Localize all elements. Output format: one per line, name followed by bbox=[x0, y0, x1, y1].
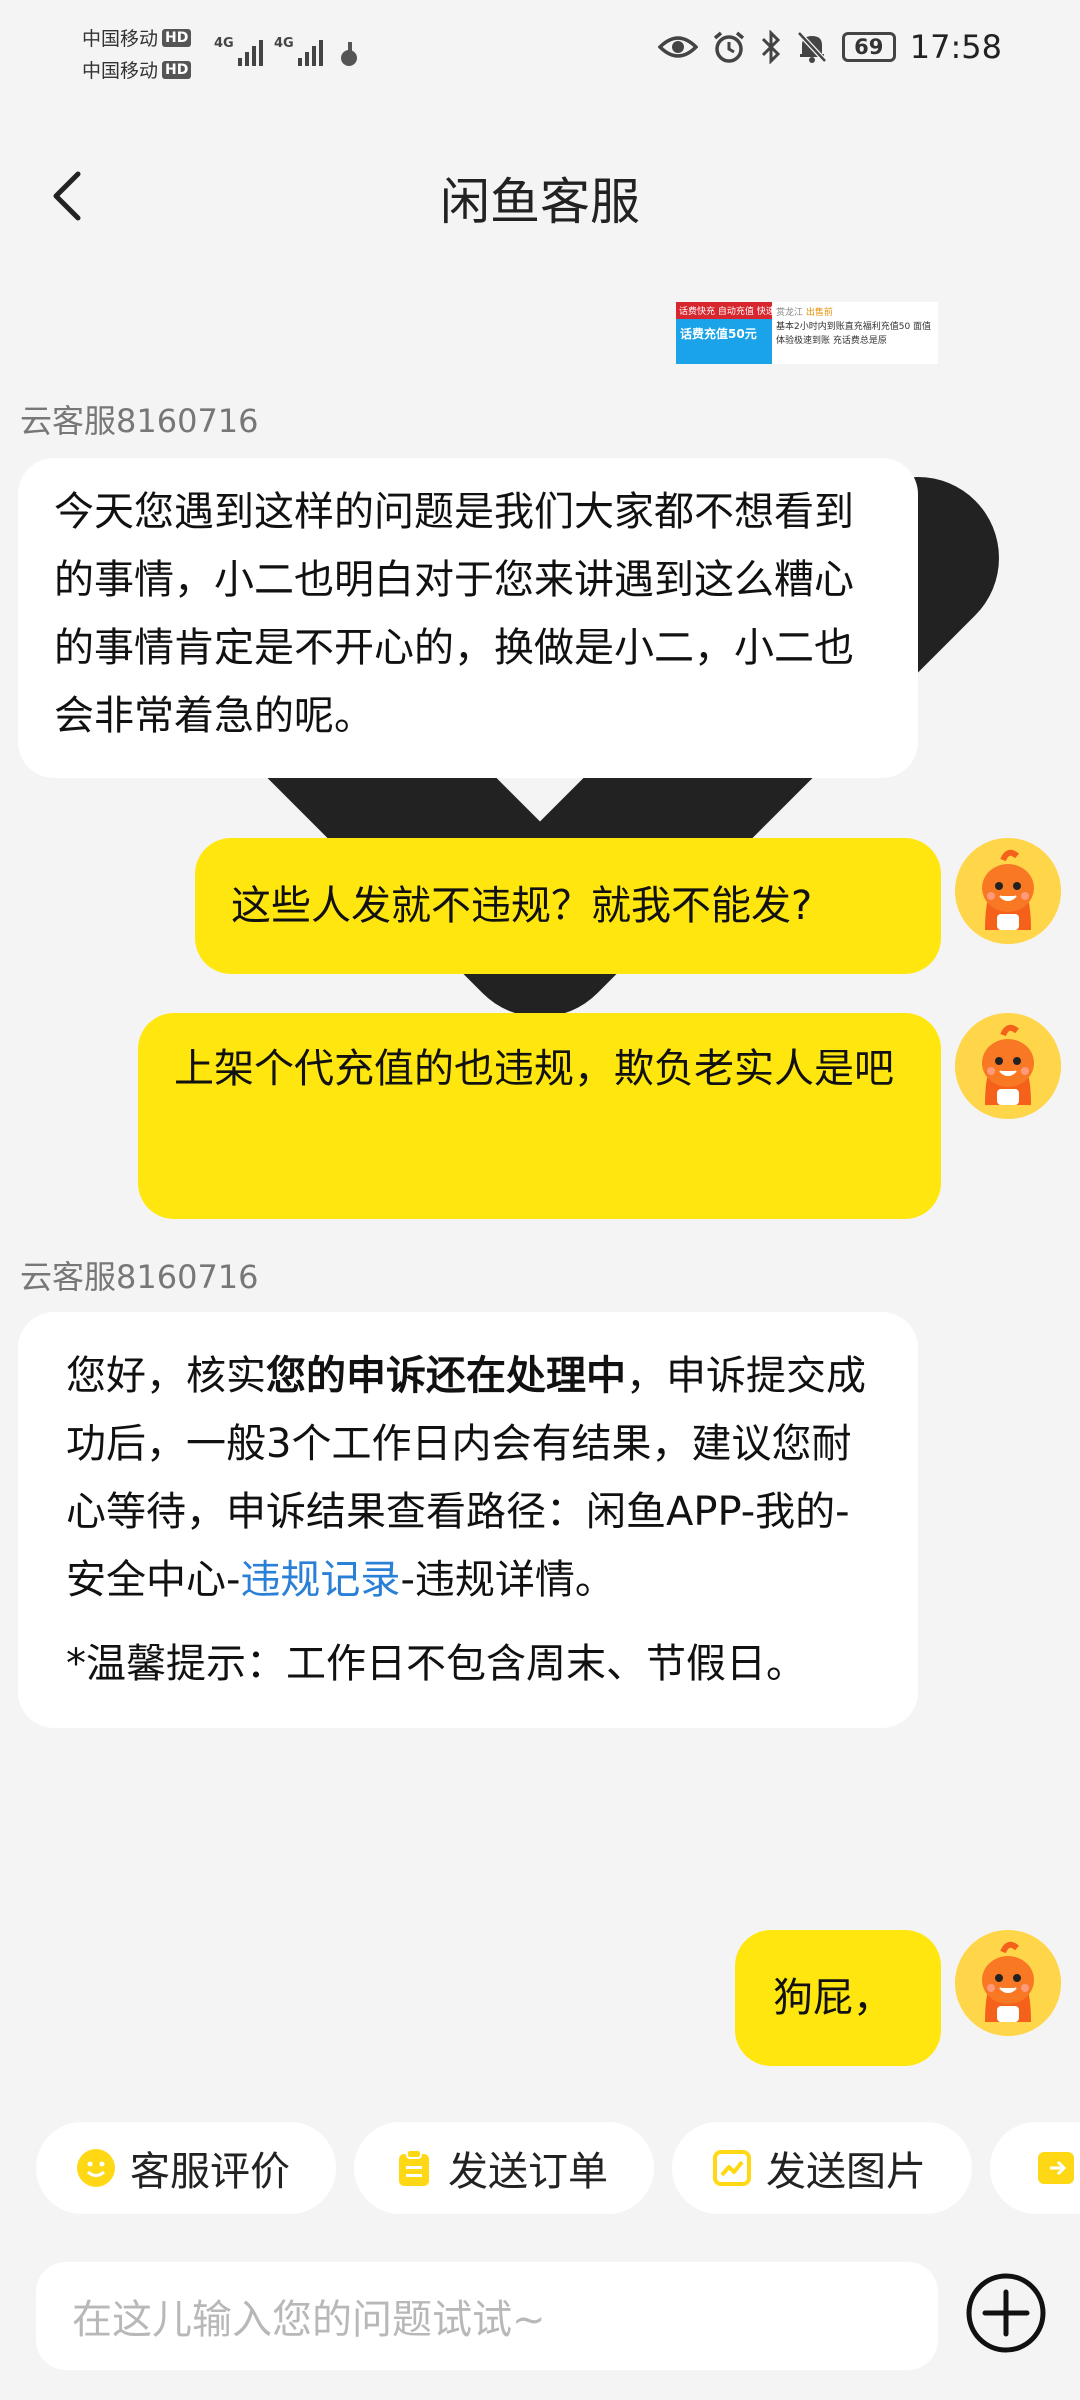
send-image-label: 发送图片 bbox=[766, 2149, 926, 2195]
network-type-1: 4G bbox=[214, 36, 234, 51]
user-avatar[interactable] bbox=[955, 1930, 1061, 2036]
sender-name: 云客服8160716 bbox=[20, 402, 259, 440]
status-bar: 中国移动 HD 中国移动 HD 4G 4G 69 17:58 bbox=[0, 0, 1080, 110]
plus-icon[interactable] bbox=[965, 2272, 1047, 2354]
mute-bell-icon bbox=[796, 31, 827, 63]
share-icon bbox=[1038, 2152, 1074, 2184]
text-segment: 您好，核实 bbox=[66, 1353, 266, 1399]
battery-indicator: 69 bbox=[841, 32, 896, 62]
message-text: 今天您遇到这样的问题是我们大家都不想看到的事情，小二也明白对于您来讲遇到这么糟心… bbox=[54, 489, 854, 739]
banner-top-text: 话费快充 自动充值 快速到账 bbox=[676, 302, 772, 319]
message-text: 这些人发就不违规？就我不能发? bbox=[231, 883, 813, 929]
carrier-2-label: 中国移动 bbox=[82, 60, 159, 82]
send-order-button[interactable]: 发送订单 bbox=[354, 2122, 654, 2214]
message-bubble-user: 上架个代充值的也违规，欺负老实人是吧 bbox=[138, 1013, 941, 1219]
message-text: 上架个代充值的也违规，欺负老实人是吧 bbox=[174, 1046, 894, 1092]
user-avatar[interactable] bbox=[955, 838, 1061, 944]
page-title-text: 闲鱼客服 bbox=[440, 173, 640, 231]
message-bubble-agent: 您好，核实您的申诉还在处理中，申诉提交成功后，一般3个工作日内会有结果，建议您耐… bbox=[18, 1312, 918, 1728]
status-icons: 69 17:58 bbox=[657, 28, 1002, 66]
eye-icon bbox=[657, 36, 698, 58]
user-avatar[interactable] bbox=[955, 1013, 1061, 1119]
banner-seller: 赏龙江 bbox=[776, 308, 804, 318]
product-card-banner[interactable]: 话费快充 自动充值 快速到账 话费充值50元 赏龙江 出售前 基本2小时内到账直… bbox=[676, 302, 938, 364]
input-row: 在这儿输入您的问题试试~ bbox=[0, 2262, 1080, 2372]
signal-icon-2 bbox=[298, 38, 323, 66]
clipboard-icon bbox=[399, 2149, 429, 2186]
network-type-2: 4G bbox=[274, 36, 294, 51]
banner-tag: 出售前 bbox=[805, 308, 833, 318]
message-paragraph-2: *温馨提示：工作日不包含周末、节假日。 bbox=[66, 1641, 806, 1687]
image-icon bbox=[713, 2150, 751, 2186]
clock: 17:58 bbox=[909, 28, 1002, 66]
banner-details: 赏龙江 出售前 基本2小时内到账直充福利充值50 面值体验极速到账 充话费总是原 bbox=[776, 306, 936, 348]
notification-app-icon bbox=[341, 42, 357, 66]
smiley-icon bbox=[77, 2149, 115, 2187]
hd-badge-2: HD bbox=[162, 60, 192, 79]
message-input[interactable]: 在这儿输入您的问题试试~ bbox=[36, 2262, 938, 2370]
signal-icon-1 bbox=[238, 38, 263, 66]
rate-service-button[interactable]: 客服评价 bbox=[36, 2122, 336, 2214]
input-placeholder: 在这儿输入您的问题试试~ bbox=[72, 2297, 546, 2343]
nav-bar: 闲鱼客服 bbox=[0, 150, 1080, 1017]
carrier-2: 中国移动 HD bbox=[82, 56, 192, 83]
message-bubble-agent: 今天您遇到这样的问题是我们大家都不想看到的事情，小二也明白对于您来讲遇到这么糟心… bbox=[18, 458, 918, 778]
more-action-button[interactable] bbox=[990, 2122, 1080, 2214]
message-bubble-user: 这些人发就不违规？就我不能发? bbox=[195, 838, 941, 974]
text-segment: -违规详情。 bbox=[400, 1557, 615, 1603]
banner-seller-row: 赏龙江 出售前 bbox=[776, 306, 936, 320]
send-image-button[interactable]: 发送图片 bbox=[672, 2122, 972, 2214]
banner-thumbnail: 话费快充 自动充值 快速到账 话费充值50元 bbox=[676, 302, 772, 364]
banner-desc: 基本2小时内到账直充福利充值50 面值体验极速到账 充话费总是原 bbox=[776, 322, 932, 346]
highlight-text: 您的申诉还在处理中 bbox=[266, 1353, 626, 1399]
avatar-mascot-icon bbox=[955, 1930, 1061, 2036]
carrier-1-label: 中国移动 bbox=[82, 28, 159, 50]
rate-service-label: 客服评价 bbox=[130, 2149, 290, 2195]
hd-badge-1: HD bbox=[162, 28, 192, 47]
message-text: 狗屁， bbox=[773, 1975, 893, 2021]
send-order-label: 发送订单 bbox=[448, 2149, 608, 2195]
avatar-mascot-icon bbox=[955, 1013, 1061, 1119]
bluetooth-icon bbox=[761, 30, 780, 64]
banner-amount: 话费充值50元 bbox=[680, 327, 757, 341]
message-bubble-user: 狗屁， bbox=[735, 1930, 941, 2066]
sender-name: 云客服8160716 bbox=[20, 1258, 259, 1296]
message-paragraph-1: 您好，核实您的申诉还在处理中，申诉提交成功后，一般3个工作日内会有结果，建议您耐… bbox=[66, 1342, 870, 1614]
carrier-1: 中国移动 HD bbox=[82, 24, 192, 51]
quick-actions-bar: 客服评价 发送订单 发送图片 bbox=[0, 2122, 1080, 2214]
violation-record-link[interactable]: 违规记录 bbox=[240, 1557, 400, 1603]
alarm-icon bbox=[713, 31, 744, 63]
avatar-mascot-icon bbox=[955, 838, 1061, 944]
